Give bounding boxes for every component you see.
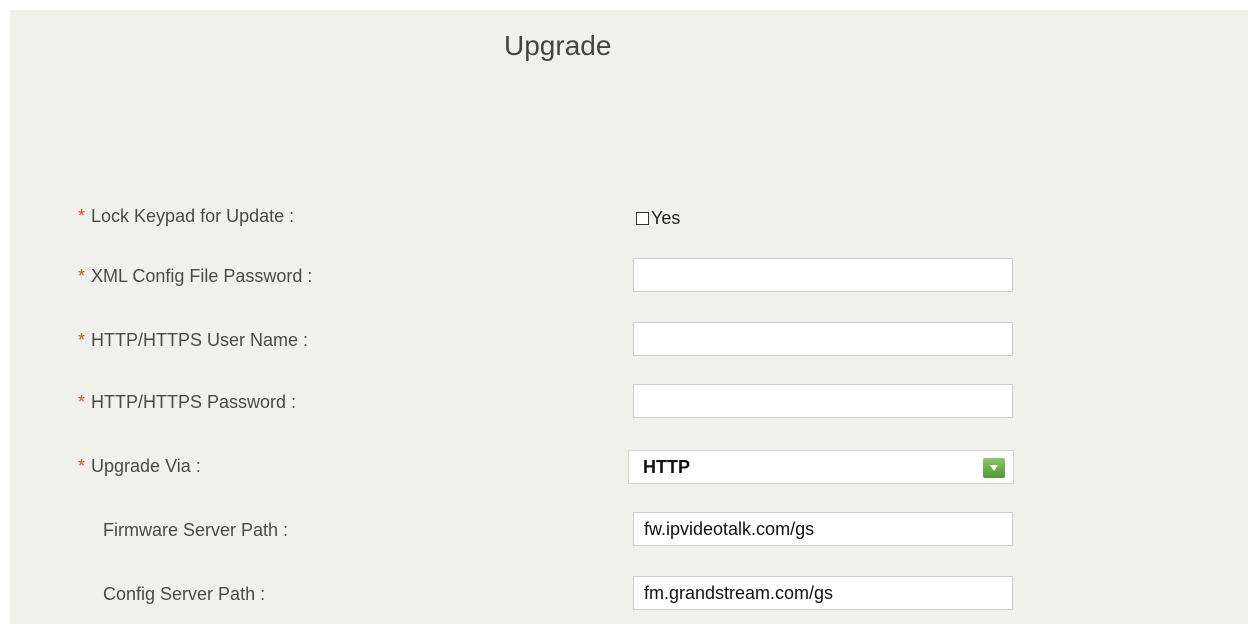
page-title: Upgrade [504, 30, 612, 61]
chevron-down-icon[interactable] [983, 458, 1005, 478]
lock-keypad-checkbox[interactable] [636, 212, 649, 225]
http-user-name-label: HTTP/HTTPS User Name : [91, 330, 309, 350]
row-xml-config-password: * XML Config File Password : [10, 258, 1248, 298]
row-firmware-server-path: Firmware Server Path : [10, 512, 1248, 552]
row-lock-keypad: * Lock Keypad for Update : Yes [10, 198, 1248, 238]
xml-config-password-label: XML Config File Password : [91, 266, 313, 286]
upgrade-via-label: Upgrade Via : [91, 456, 201, 476]
xml-config-password-input[interactable] [633, 258, 1013, 292]
row-http-password: * HTTP/HTTPS Password : [10, 384, 1248, 424]
row-http-user-name: * HTTP/HTTPS User Name : [10, 322, 1248, 362]
http-user-name-label-wrap: * HTTP/HTTPS User Name : [78, 330, 308, 351]
upgrade-panel: Upgrade * Lock Keypad for Update : Yes * X… [10, 10, 1248, 624]
http-password-label: HTTP/HTTPS Password : [91, 392, 297, 412]
http-password-input[interactable] [633, 384, 1013, 418]
required-asterisk: * [78, 456, 86, 476]
lock-keypad-label: Lock Keypad for Update : [91, 206, 295, 226]
upgrade-via-label-wrap: * Upgrade Via : [78, 456, 201, 477]
lock-keypad-label-wrap: * Lock Keypad for Update : [78, 206, 294, 227]
required-asterisk: * [78, 266, 86, 286]
lock-keypad-checkbox-label[interactable]: Yes [651, 208, 680, 229]
upgrade-via-select[interactable]: HTTP [628, 450, 1014, 484]
required-asterisk: * [78, 330, 86, 350]
http-user-name-input[interactable] [633, 322, 1013, 356]
lock-keypad-checkbox-group[interactable]: Yes [636, 208, 680, 229]
row-config-server-path: Config Server Path : [10, 576, 1248, 616]
firmware-server-path-label: Firmware Server Path : [103, 520, 289, 540]
required-asterisk: * [78, 206, 86, 226]
row-upgrade-via: * Upgrade Via : HTTP [10, 450, 1248, 490]
config-server-path-input[interactable] [633, 576, 1013, 610]
xml-config-password-label-wrap: * XML Config File Password : [78, 266, 312, 287]
http-password-label-wrap: * HTTP/HTTPS Password : [78, 392, 296, 413]
firmware-server-path-input[interactable] [633, 512, 1013, 546]
upgrade-via-selected-value[interactable]: HTTP [643, 457, 690, 477]
config-server-path-label: Config Server Path : [103, 584, 266, 604]
required-asterisk: * [78, 392, 86, 412]
